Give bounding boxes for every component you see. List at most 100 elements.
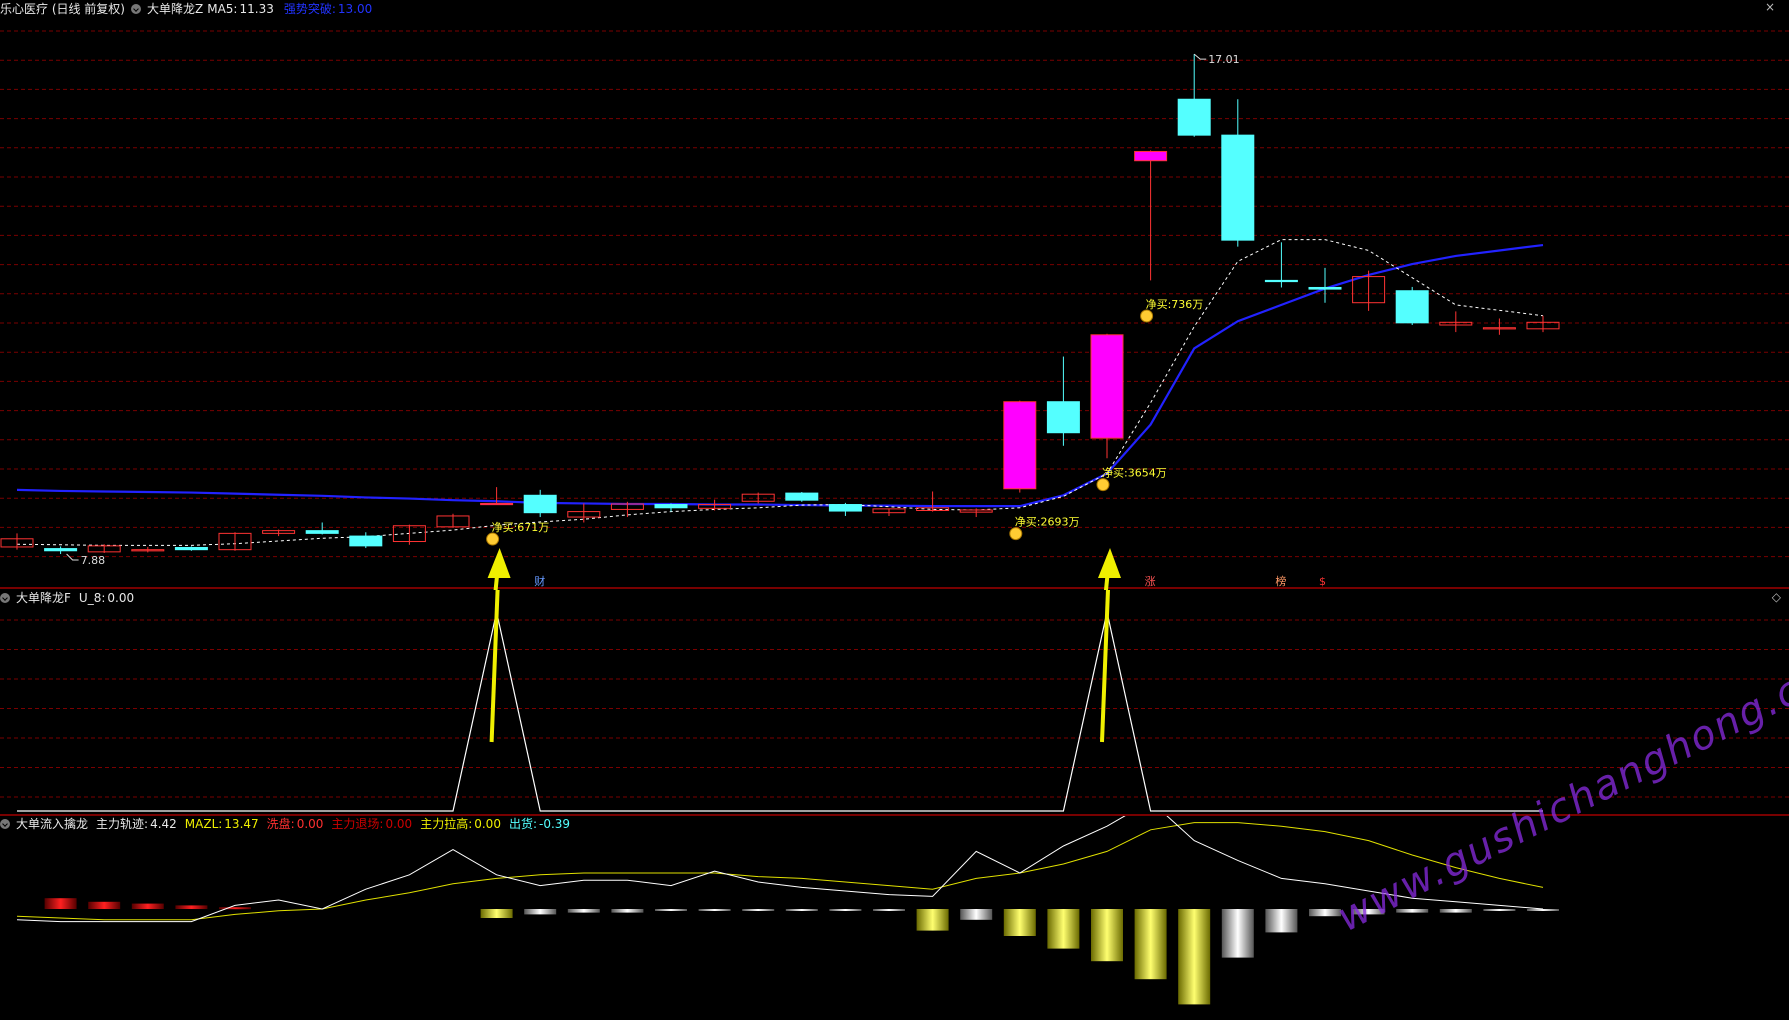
flow-bar — [960, 909, 993, 920]
candle-body — [1177, 98, 1211, 136]
candle-body — [1395, 290, 1429, 324]
flow-bar — [1221, 909, 1254, 958]
u8-value: 0.00 — [107, 591, 135, 605]
mazl-line — [16, 822, 1544, 921]
candle-body — [1221, 134, 1255, 241]
flow-toggle-icon[interactable] — [0, 819, 10, 829]
signal-toggle-icon[interactable] — [0, 593, 10, 603]
event-marker: $ — [1319, 575, 1326, 588]
flow-bar — [829, 909, 862, 911]
signal-panel[interactable]: 大单降龙F U_8: 0.00 ◇ — [0, 590, 1789, 816]
flow-panel-header: 大单流入擒龙 主力轨迹: 4.42 MAZL: 13.47 洗盘: 0.00 主力退场: 0.0… — [0, 816, 576, 832]
wash-value: 0.00 — [296, 817, 324, 831]
ma-white-dashed-line — [16, 239, 1544, 546]
flow-bar — [175, 905, 208, 909]
flow-bar — [698, 909, 731, 911]
candle-body — [480, 502, 514, 506]
flow-bar — [611, 909, 644, 913]
flow-bar — [524, 909, 557, 915]
ma5-label: MA5: — [207, 2, 238, 16]
settings-diamond-icon[interactable]: ◇ — [1772, 590, 1781, 604]
candle-body — [1003, 401, 1037, 490]
retreat-label: 主力退场: — [331, 817, 384, 831]
flow-bar — [1439, 909, 1472, 913]
candle-body — [174, 547, 208, 551]
flow-bar — [1483, 909, 1516, 911]
retreat-value: 0.00 — [385, 817, 413, 831]
candle-body — [1090, 334, 1124, 439]
flow-bar — [1047, 909, 1080, 949]
flow-bar — [480, 909, 513, 918]
flow-bar — [742, 909, 775, 911]
low-price-label: 7.88 — [81, 554, 106, 567]
candle-body — [1046, 401, 1080, 434]
net-buy-label: 净买:3654万 — [1102, 466, 1167, 480]
flow-bar — [1527, 909, 1559, 911]
flow-bar — [655, 909, 687, 911]
candle-body — [1134, 150, 1168, 162]
stock-title: 乐心医疗 (日线 前复权) — [0, 2, 125, 16]
indicator-toggle-icon[interactable] — [131, 4, 141, 14]
signal-panel-header: 大单降龙F U_8: 0.00 — [0, 590, 140, 606]
net-buy-label: 净买:2693万 — [1015, 515, 1080, 529]
pull-value: 0.00 — [474, 817, 501, 831]
candle-body — [1264, 279, 1298, 283]
ship-value: -0.39 — [539, 817, 571, 831]
main-track-value: 4.42 — [150, 817, 177, 831]
flow-bar — [567, 909, 600, 913]
money-bag-icon — [1140, 309, 1154, 323]
net-buy-label: 净买:671万 — [492, 520, 550, 534]
high-price-label: 17.01 — [1208, 53, 1240, 66]
u8-label: U_8: — [78, 591, 106, 605]
high-label-pointer — [1193, 53, 1207, 60]
net-buy-label: 净买:736万 — [1146, 297, 1204, 311]
price-panel-header: 乐心医疗 (日线 前复权) 大单降龙Z MA5: 11.33 强势突破: 13.00 — [0, 1, 378, 17]
money-bag-icon — [1009, 527, 1023, 541]
flow-bar — [916, 909, 949, 931]
signal-arrow-head — [487, 548, 511, 578]
money-bag-icon — [486, 532, 500, 546]
event-marker: 榜 — [1275, 574, 1286, 588]
flow-bar — [44, 898, 77, 909]
flow-bar — [88, 901, 121, 909]
breakout-label: 强势突破: — [283, 2, 336, 16]
signal-arrow-head — [1098, 548, 1121, 578]
signal-arrow-shaft — [489, 590, 500, 743]
main-track-label: 主力轨迹: — [96, 817, 149, 831]
pull-label: 主力拉高: — [420, 817, 473, 831]
candle-body — [523, 494, 557, 514]
close-panel-icon[interactable]: × — [1765, 0, 1775, 14]
price-chart: 17.01 7.88 净买:671万 净买:2693万 净买:3654万 净买:736万财… — [0, 30, 1789, 590]
flow-bar — [1091, 909, 1123, 962]
money-bag-icon — [1096, 478, 1110, 492]
candle-body — [785, 492, 819, 501]
signal-chart — [0, 590, 1789, 816]
flow-bar — [131, 903, 164, 909]
candle-body — [654, 504, 688, 509]
candle-body — [828, 504, 862, 512]
ma5-value: 11.33 — [239, 2, 274, 16]
candle-body — [1308, 286, 1342, 290]
wash-label: 洗盘: — [266, 817, 295, 831]
event-marker: 财 — [534, 574, 545, 588]
indicator-name[interactable]: 大单降龙Z — [147, 2, 203, 16]
flow-bar — [1265, 909, 1298, 933]
signal-indicator-name[interactable]: 大单降龙F — [16, 591, 71, 605]
price-panel[interactable]: 乐心医疗 (日线 前复权) 大单降龙Z MA5: 11.33 强势突破: 13.00 × … — [0, 0, 1789, 590]
ship-label: 出货: — [508, 817, 537, 831]
candle-body — [305, 530, 339, 534]
flow-bar — [1003, 909, 1036, 936]
flow-bar — [1178, 909, 1211, 1005]
signal-arrow-shaft — [1100, 590, 1110, 743]
flow-indicator-name[interactable]: 大单流入擒龙 — [16, 817, 88, 831]
candle-body — [44, 548, 78, 552]
mazl-label: MAZL: — [184, 817, 223, 831]
event-marker: 涨 — [1145, 575, 1156, 588]
flow-bar — [219, 907, 251, 910]
flow-bar — [1134, 909, 1167, 980]
flow-bar — [785, 909, 818, 911]
breakout-value: 13.00 — [337, 2, 373, 16]
flow-bar — [873, 909, 905, 911]
signal-line — [17, 611, 1543, 812]
ma-blue-line — [16, 243, 1544, 508]
